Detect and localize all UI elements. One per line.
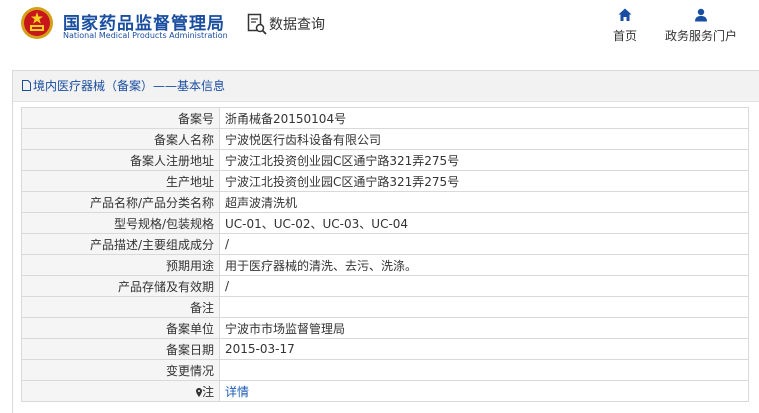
panel-header: 境内医疗器械（备案）——基本信息 bbox=[13, 71, 759, 102]
table-row: 备案人名称 宁波悦医行齿科设备有限公司 bbox=[21, 128, 749, 150]
field-label: 产品存储及有效期 bbox=[21, 275, 220, 297]
home-icon bbox=[618, 8, 632, 21]
table-row: 变更情况 bbox=[21, 359, 749, 381]
field-value: 浙甬械备20150104号 bbox=[219, 107, 749, 129]
field-value: 宁波市市场监督管理局 bbox=[219, 317, 749, 339]
field-value bbox=[219, 296, 749, 318]
user-icon bbox=[695, 8, 707, 22]
field-label: 备注 bbox=[21, 296, 220, 318]
national-emblem-icon bbox=[21, 7, 53, 39]
detail-link[interactable]: 详情 bbox=[225, 385, 249, 399]
field-value: 宁波江北投资创业园C区通宁路321弄275号 bbox=[219, 170, 749, 192]
table-row: 产品存储及有效期 / bbox=[21, 275, 749, 297]
field-label: 型号规格/包装规格 bbox=[21, 212, 220, 234]
document-icon bbox=[22, 80, 31, 91]
basic-info-panel: 境内医疗器械（备案）——基本信息 备案号 浙甬械备20150104号 备案人名称 宁波… bbox=[12, 70, 759, 413]
field-label: 预期用途 bbox=[21, 254, 220, 276]
site-header: 国家药品监督管理局 National Medical Products Admi… bbox=[0, 0, 759, 55]
table-row: 备案单位 宁波市市场监督管理局 bbox=[21, 317, 749, 339]
field-value: UC-01、UC-02、UC-03、UC-04 bbox=[219, 212, 749, 234]
note-label: 注 bbox=[201, 384, 214, 399]
field-value: 宁波悦医行齿科设备有限公司 bbox=[219, 128, 749, 150]
field-value: 宁波江北投资创业园C区通宁路321弄275号 bbox=[219, 149, 749, 171]
field-label: 备案日期 bbox=[21, 338, 220, 360]
field-label: 产品名称/产品分类名称 bbox=[21, 191, 220, 213]
field-label: 备案人注册地址 bbox=[21, 149, 220, 171]
panel-title: 境内医疗器械（备案）——基本信息 bbox=[33, 79, 226, 93]
note-value-cell: 详情 bbox=[219, 380, 749, 402]
field-label: 变更情况 bbox=[21, 359, 220, 381]
field-value: / bbox=[219, 275, 749, 297]
table-row: 产品名称/产品分类名称 超声波清洗机 bbox=[21, 191, 749, 213]
note-label-cell: 注 bbox=[21, 380, 220, 402]
field-label: 生产地址 bbox=[21, 170, 220, 192]
nav-service-portal-label: 政务服务门户 bbox=[664, 29, 737, 43]
field-label: 备案单位 bbox=[21, 317, 220, 339]
table-row: 型号规格/包装规格 UC-01、UC-02、UC-03、UC-04 bbox=[21, 212, 749, 234]
table-row: 备案号 浙甬械备20150104号 bbox=[21, 107, 749, 129]
field-label: 产品描述/主要组成成分 bbox=[21, 233, 220, 255]
info-table: 备案号 浙甬械备20150104号 备案人名称 宁波悦医行齿科设备有限公司 备案人注册地… bbox=[21, 107, 749, 402]
site-logo-subtitle: National Medical Products Administration bbox=[63, 31, 228, 40]
nav-home[interactable]: 首页 bbox=[610, 8, 640, 44]
table-row: 备案日期 2015-03-17 bbox=[21, 338, 749, 360]
table-row: 生产地址 宁波江北投资创业园C区通宁路321弄275号 bbox=[21, 170, 749, 192]
nav-home-label: 首页 bbox=[612, 29, 637, 43]
field-value bbox=[219, 359, 749, 381]
field-value: 2015-03-17 bbox=[219, 338, 749, 360]
table-row: 备案人注册地址 宁波江北投资创业园C区通宁路321弄275号 bbox=[21, 149, 749, 171]
field-label: 备案号 bbox=[21, 107, 220, 129]
data-query-icon bbox=[247, 13, 267, 35]
table-row: 注详情 bbox=[21, 380, 749, 402]
data-query-title: 数据查询 bbox=[269, 17, 325, 33]
field-label: 备案人名称 bbox=[21, 128, 220, 150]
field-value: 超声波清洗机 bbox=[219, 191, 749, 213]
nav-service-portal[interactable]: 政务服务门户 bbox=[662, 8, 740, 44]
table-row: 预期用途 用于医疗器械的清洗、去污、洗涤。 bbox=[21, 254, 749, 276]
field-value: / bbox=[219, 233, 749, 255]
field-value: 用于医疗器械的清洗、去污、洗涤。 bbox=[219, 254, 749, 276]
table-row: 产品描述/主要组成成分 / bbox=[21, 233, 749, 255]
table-row: 备注 bbox=[21, 296, 749, 318]
